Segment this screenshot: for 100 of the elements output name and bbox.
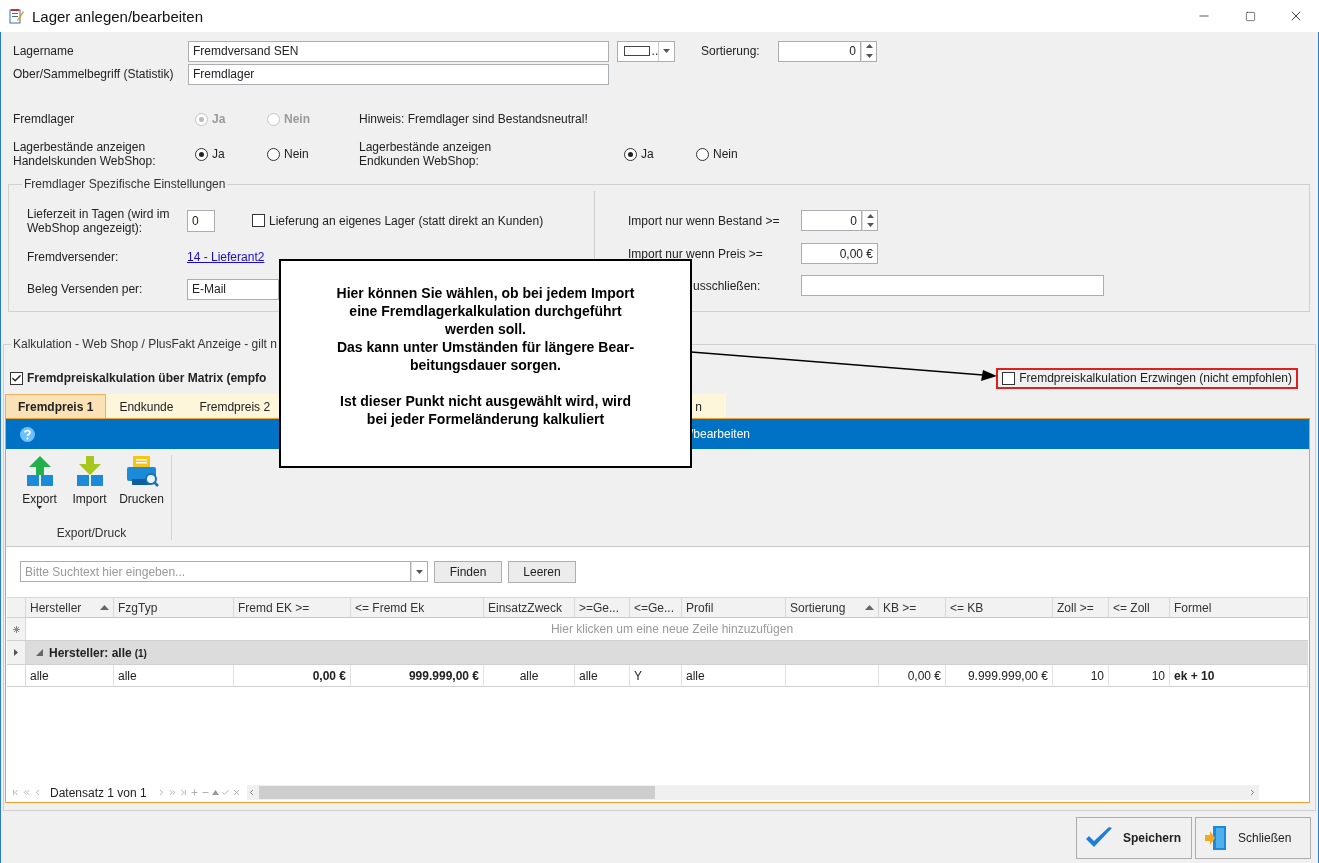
- table-cell: Y: [630, 665, 682, 687]
- dropdown-button[interactable]: [411, 561, 428, 582]
- column-header[interactable]: <= Fremd Ek: [351, 597, 484, 618]
- tab[interactable]: Endkunde: [106, 394, 187, 418]
- caret-icon: [37, 506, 42, 509]
- column-header[interactable]: EinsatzZweck: [484, 597, 575, 618]
- search-field[interactable]: Bitte Suchtext hier eingeben...: [20, 561, 411, 582]
- input-field[interactable]: [801, 275, 1104, 296]
- spin-buttons[interactable]: [861, 40, 877, 62]
- field-label: Sortierung:: [701, 44, 761, 58]
- help-icon[interactable]: [20, 426, 35, 442]
- table-cell: alle: [114, 665, 234, 687]
- column-header[interactable]: <= Zoll: [1109, 597, 1170, 618]
- column-header[interactable]: <= KB: [946, 597, 1053, 618]
- table-cell: alle: [682, 665, 786, 687]
- input-field[interactable]: 0,00 €: [801, 243, 878, 264]
- hint-text: Hinweis: Fremdlager sind Bestandsneutral!: [359, 112, 588, 126]
- ribbon-button[interactable]: Import: [66, 455, 113, 517]
- table-cell: 999.999,00 €: [351, 665, 484, 687]
- search-button[interactable]: Finden: [434, 560, 502, 583]
- horizontal-scrollbar[interactable]: [246, 785, 1259, 800]
- dropdown-arrow-icon: [663, 49, 671, 53]
- color-swatch: [624, 46, 650, 56]
- footer-button[interactable]: Speichern: [1076, 817, 1192, 859]
- ribbon-button[interactable]: Export: [16, 455, 63, 517]
- down-arrow-icon: [865, 53, 873, 58]
- upload-arrow-icon: [25, 455, 54, 487]
- scrollbar-thumb[interactable]: [258, 786, 655, 799]
- column-header[interactable]: >=Ge...: [575, 597, 630, 618]
- record-counter: Datensatz 1 von 1: [50, 785, 147, 800]
- field-label: usschließen:: [692, 278, 762, 293]
- radio-label: Nein: [284, 112, 310, 126]
- table-cell: alle: [575, 665, 630, 687]
- field-label: Ober/Sammelbegriff (Statistik): [13, 67, 175, 81]
- spin-buttons[interactable]: [862, 210, 878, 231]
- radio-label: Nein: [713, 147, 738, 161]
- up-arrow-icon: [866, 213, 874, 218]
- field-label: Fremdlager: [13, 112, 76, 126]
- sort-arrow-icon: [865, 605, 874, 610]
- window-title: Lager anlegen/bearbeiten: [32, 7, 203, 25]
- field-label: Lagername: [13, 44, 75, 58]
- radio-label: Ja: [212, 147, 225, 161]
- first-icon[interactable]: [11, 788, 20, 797]
- up-arrow-icon: [865, 44, 873, 49]
- radio-button[interactable]: [267, 147, 280, 161]
- door-exit-icon: [1204, 825, 1228, 851]
- column-header[interactable]: Formel: [1170, 597, 1308, 618]
- tab[interactable]: Fremdpreis 1: [5, 394, 107, 418]
- tab[interactable]: n: [690, 394, 726, 418]
- checkmark-icon[interactable]: [220, 788, 230, 797]
- column-header[interactable]: <=Ge...: [630, 597, 682, 618]
- supplier-link[interactable]: 14 - Lieferant2: [187, 250, 265, 264]
- previous-icon[interactable]: [33, 788, 42, 797]
- field-label: Fremdversender:: [27, 250, 120, 264]
- input-field[interactable]: 0: [187, 209, 215, 232]
- table-cell: alle: [26, 665, 114, 687]
- checkbox[interactable]: Fremdpreiskalkulation Erzwingen (nicht empfohlen): [1002, 371, 1292, 385]
- column-header[interactable]: Fremd EK >=: [234, 597, 351, 618]
- column-header[interactable]: Profil: [682, 597, 786, 618]
- table-cell: 0,00 €: [234, 665, 351, 687]
- number-field[interactable]: 0: [778, 40, 861, 62]
- maximize-icon[interactable]: [1244, 10, 1256, 22]
- download-arrow-icon: [75, 455, 104, 487]
- table-cell: 9.999.999,00 €: [946, 665, 1053, 687]
- color-picker[interactable]: ..: [617, 40, 675, 62]
- expand-icon[interactable]: [36, 649, 43, 656]
- input-field[interactable]: Fremdversand SEN: [188, 40, 609, 62]
- number-field[interactable]: 0: [801, 210, 862, 231]
- radio-button[interactable]: [195, 147, 208, 161]
- notepad-icon: [8, 8, 24, 24]
- radio-label: Ja: [641, 147, 654, 161]
- column-header[interactable]: Zoll >=: [1053, 597, 1109, 618]
- column-header[interactable]: Hersteller: [26, 597, 114, 618]
- add-icon[interactable]: [189, 788, 199, 797]
- down-arrow-icon: [866, 223, 874, 228]
- move-up-icon[interactable]: [211, 790, 219, 795]
- dropdown-arrow-icon: [416, 569, 423, 574]
- search-button[interactable]: Leeren: [508, 560, 576, 583]
- next-page-icon[interactable]: [167, 788, 177, 797]
- field-label: Lieferzeit in Tagen (wird im WebShop angezeigt):: [27, 206, 171, 235]
- input-field[interactable]: E-Mail: [187, 278, 279, 300]
- table-cell: 10: [1053, 665, 1109, 687]
- column-header[interactable]: FzgTyp: [114, 597, 234, 618]
- column-header[interactable]: Sortierung: [786, 597, 879, 618]
- last-icon[interactable]: [178, 788, 188, 797]
- ribbon-button[interactable]: Drucken: [116, 455, 167, 517]
- checkbox[interactable]: Fremdpreiskalkulation über Matrix (empfo: [10, 371, 267, 385]
- column-header[interactable]: KB >=: [879, 597, 946, 618]
- radio-button[interactable]: [696, 147, 709, 161]
- cancel-icon[interactable]: [231, 788, 241, 797]
- field-label: Lagerbestände anzeigen Handelskunden WebShop:: [13, 140, 157, 168]
- previous-page-icon[interactable]: [22, 788, 31, 797]
- radio-button[interactable]: [624, 147, 637, 161]
- field-label: Lagerbestände anzeigen Endkunden WebShop:: [359, 140, 493, 168]
- input-field[interactable]: Fremdlager: [188, 63, 609, 85]
- checkbox[interactable]: Lieferung an eigenes Lager (statt direkt an Kunden): [252, 213, 544, 228]
- table-cell: alle: [484, 665, 575, 687]
- footer-button[interactable]: Schließen: [1195, 817, 1311, 859]
- group-row[interactable]: Hersteller: alle (1): [26, 641, 1308, 665]
- group-title: Kalkulation - Web Shop / PlusFakt Anzeige - gilt n: [12, 337, 278, 351]
